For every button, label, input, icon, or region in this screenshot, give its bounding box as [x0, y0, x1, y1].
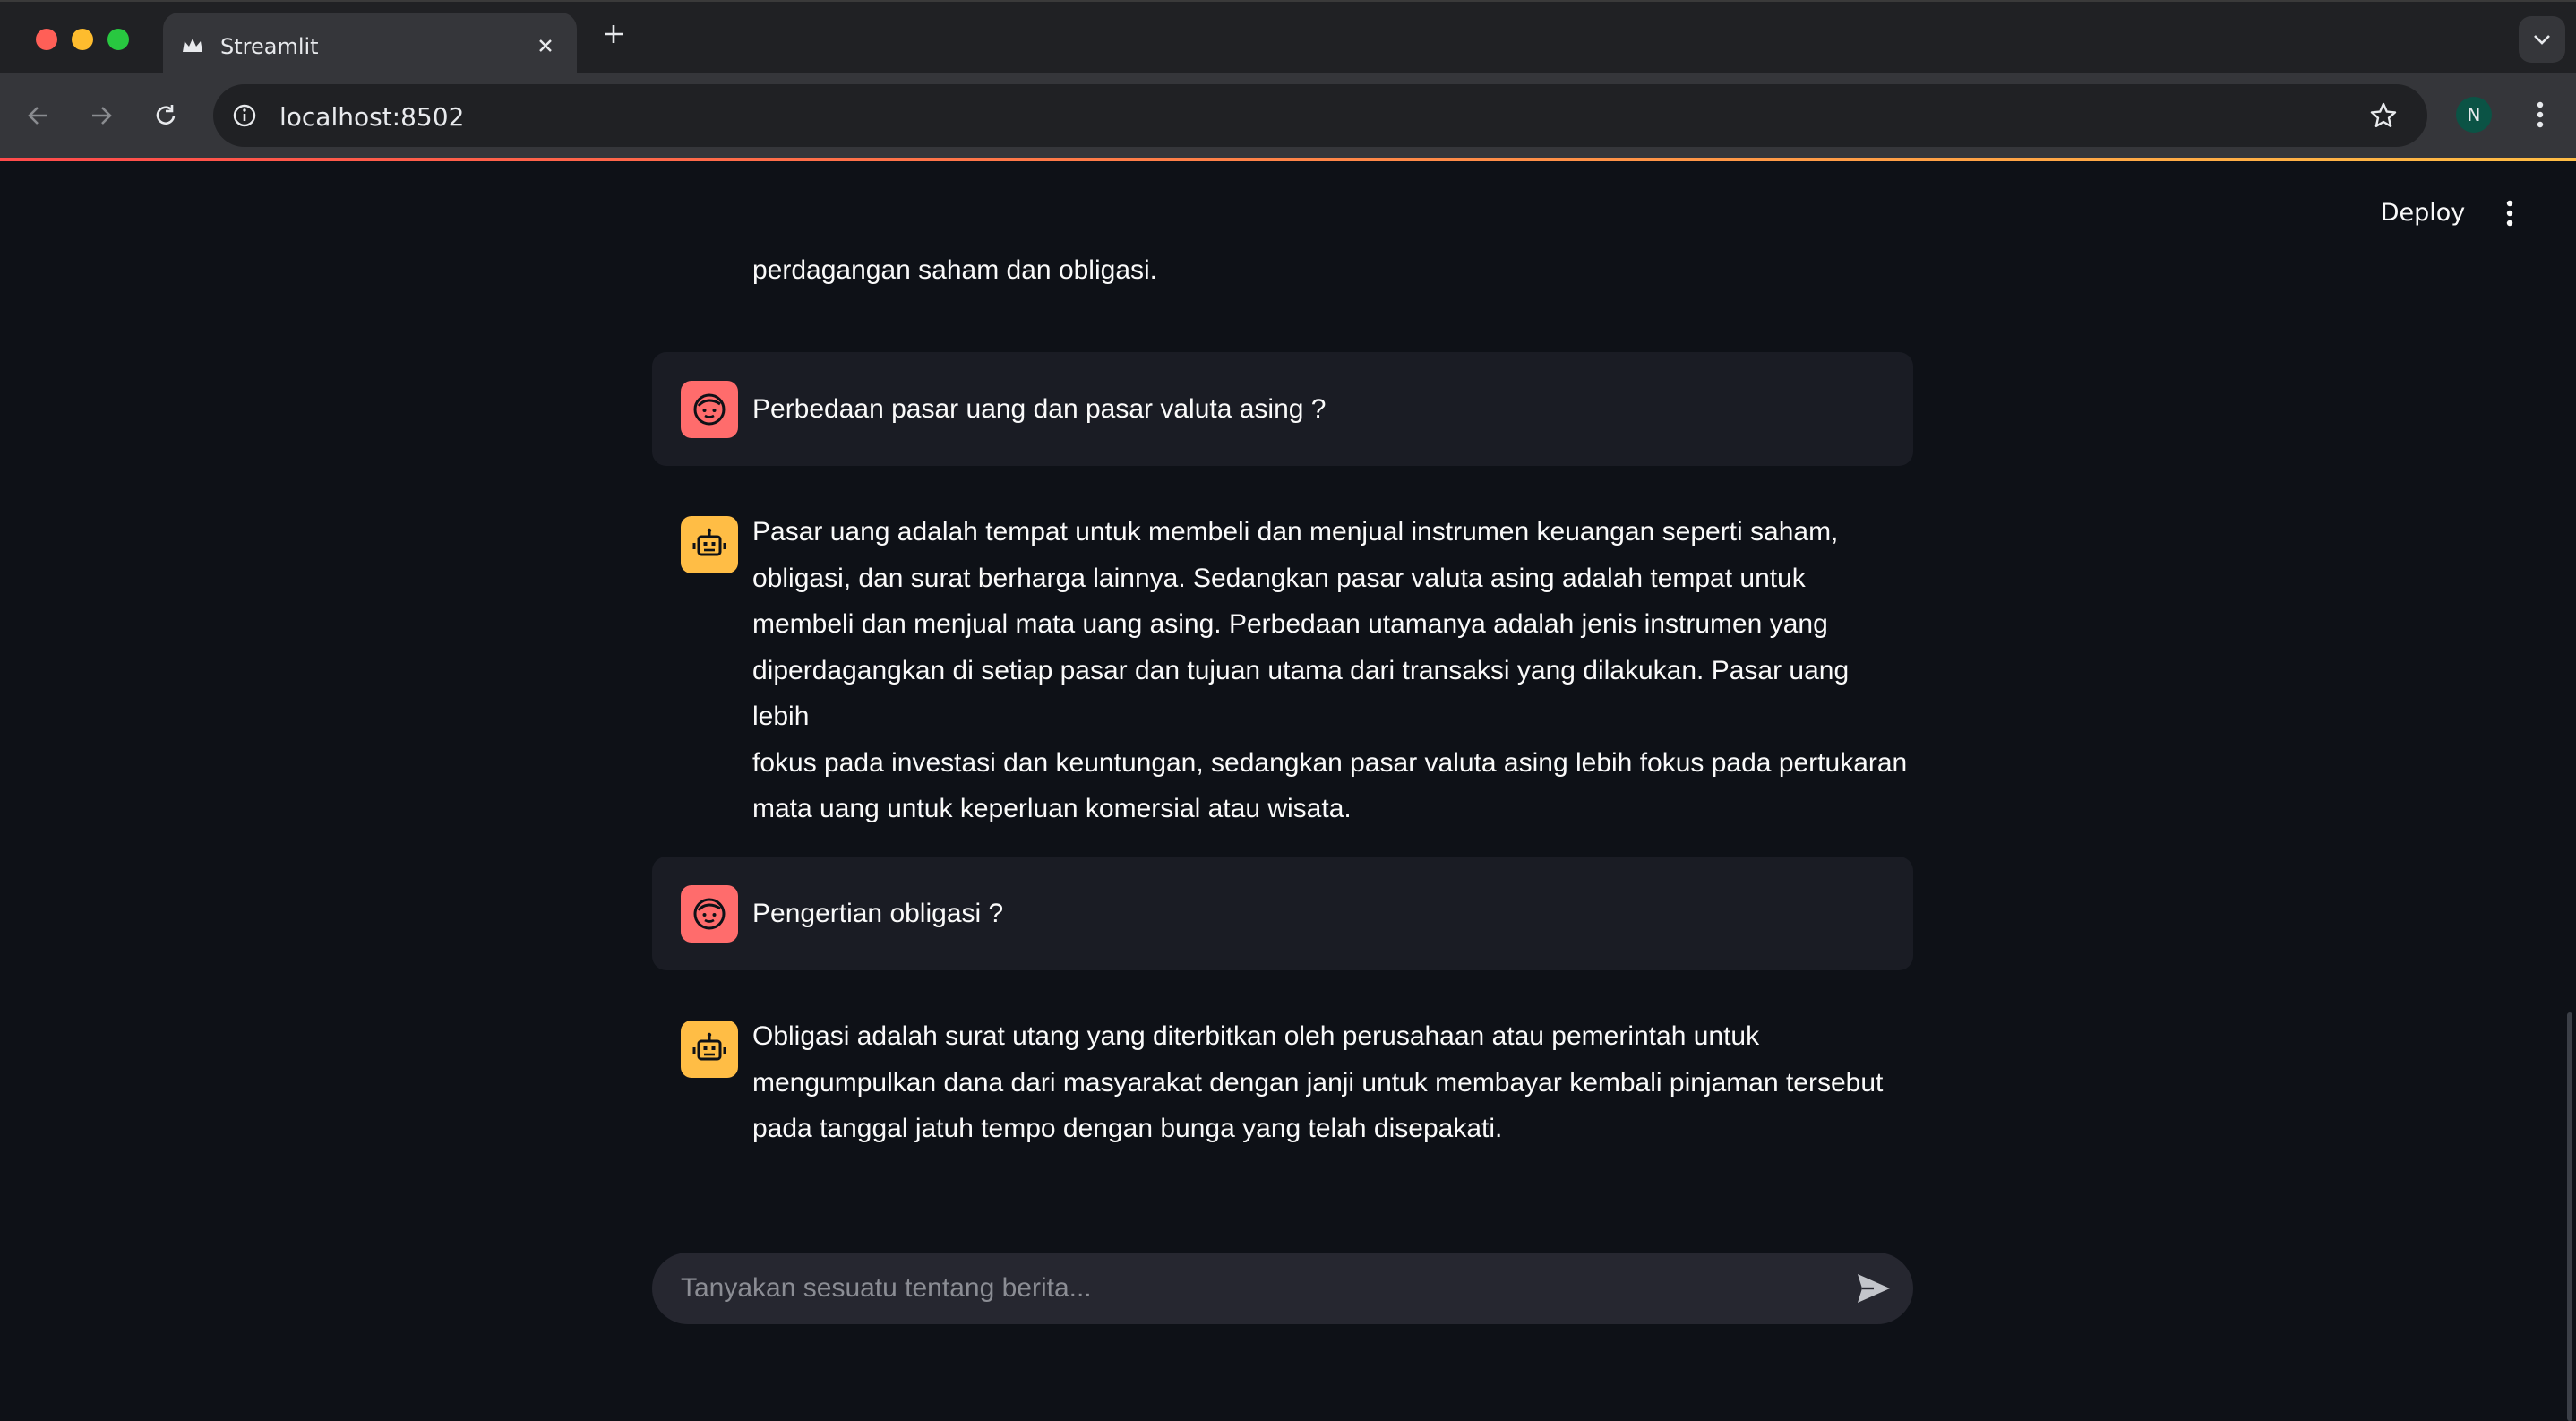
scrollbar[interactable] [2567, 1012, 2572, 1421]
previous-message-fragment: perdagangan saham dan obligasi. [752, 255, 1158, 285]
address-bar[interactable]: localhost:8502 [213, 84, 2427, 147]
message-line: diperdagangkan di setiap pasar dan tujua… [752, 655, 1850, 732]
kebab-menu-icon[interactable] [2520, 95, 2560, 134]
message-line: mata uang untuk keperluan komersial atau… [752, 794, 1352, 823]
user-message-text: Pengertian obligasi ? [752, 899, 1004, 928]
message-line: pada tanggal jatuh tempo dengan bunga ya… [752, 1114, 1503, 1143]
message-line: mengumpulkan dana dari masyarakat dengan… [752, 1067, 1884, 1098]
reload-icon[interactable] [145, 95, 186, 136]
message-line: obligasi, dan surat berharga lainnya. Se… [752, 563, 1806, 593]
app-menu-icon[interactable] [2490, 192, 2529, 235]
window-minimize-button[interactable] [72, 29, 93, 50]
message-line: Pasar uang adalah tempat untuk membeli d… [752, 517, 1839, 547]
deploy-button[interactable]: Deploy [2365, 192, 2481, 235]
header-decoration [0, 158, 2576, 161]
send-icon[interactable] [1852, 1269, 1895, 1308]
chat-message-assistant: Obligasi adalah surat utang yang diterbi… [652, 1013, 1913, 1161]
close-icon[interactable] [532, 32, 559, 59]
browser-toolbar: localhost:8502 [0, 73, 2576, 158]
message-line: fokus pada investasi dan keuntungan, sed… [752, 747, 1908, 778]
message-line: membeli dan menjual mata uang asing. Per… [752, 609, 1828, 639]
streamlit-crown-icon [179, 32, 206, 59]
chevron-down-icon[interactable] [2519, 16, 2565, 63]
assistant-message-text: Pasar uang adalah tempat untuk membeli d… [752, 509, 1908, 832]
window-close-button[interactable] [36, 29, 57, 50]
tab-title: Streamlit [220, 34, 319, 59]
chat-input-container [652, 1253, 1913, 1324]
plus-icon[interactable] [598, 22, 629, 52]
chat-message-user: Perbedaan pasar uang dan pasar valuta as… [652, 352, 1913, 466]
robot-icon [681, 516, 738, 573]
chat-input[interactable] [681, 1253, 1827, 1324]
assistant-message-text: Obligasi adalah surat utang yang diterbi… [752, 1013, 1908, 1152]
window-maximize-button[interactable] [107, 29, 129, 50]
user-face-icon [681, 381, 738, 438]
user-face-icon [681, 885, 738, 943]
profile-avatar[interactable]: N [2456, 97, 2492, 133]
browser-tab[interactable]: Streamlit [163, 13, 577, 75]
browser-tab-bar: Streamlit [0, 0, 2576, 75]
info-icon[interactable] [224, 95, 265, 136]
star-icon[interactable] [2363, 95, 2404, 136]
chat-message-user: Pengertian obligasi ? [652, 857, 1913, 970]
url-text[interactable]: localhost:8502 [279, 102, 464, 132]
arrow-right-icon[interactable] [81, 95, 122, 136]
message-line: Obligasi adalah surat utang yang diterbi… [752, 1021, 1760, 1051]
user-message-text: Perbedaan pasar uang dan pasar valuta as… [752, 394, 1327, 424]
streamlit-app: Deploy perdagangan saham dan obligasi. P… [0, 158, 2576, 1421]
chat-message-assistant: Pasar uang adalah tempat untuk membeli d… [652, 509, 1913, 823]
arrow-left-icon[interactable] [18, 95, 59, 136]
robot-icon [681, 1021, 738, 1078]
